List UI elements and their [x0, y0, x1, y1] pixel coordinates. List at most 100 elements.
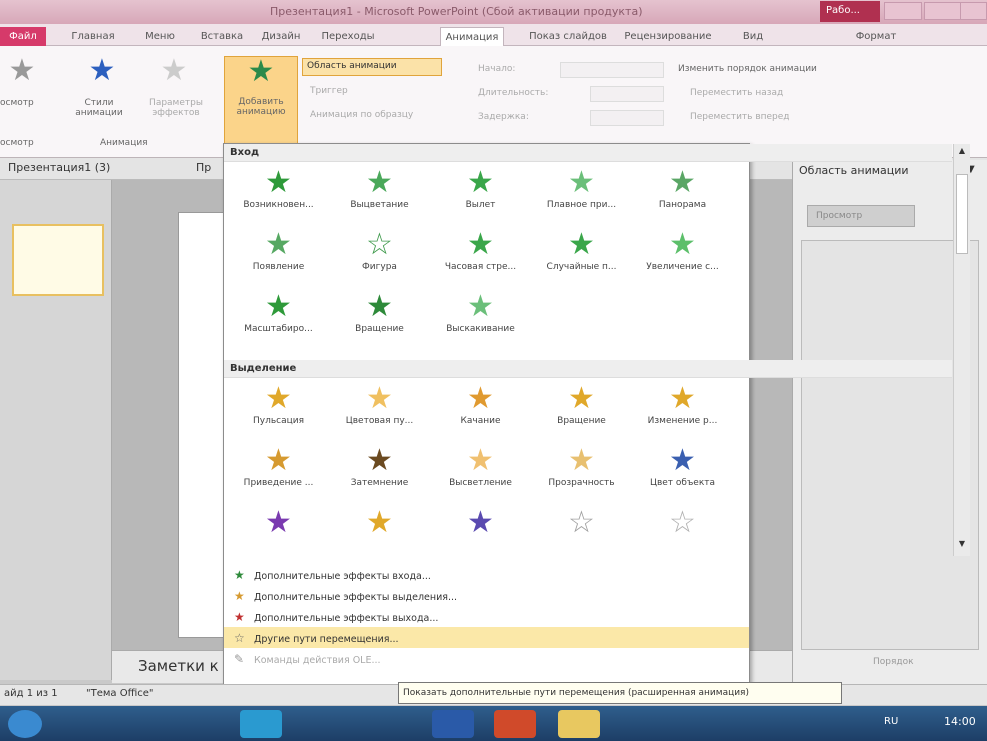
- add-animation-button[interactable]: ★ Добавить анимацию: [224, 56, 298, 144]
- entry-effect-item[interactable]: ★ Вылет: [430, 166, 531, 222]
- entry-effect-item[interactable]: ★ Появление: [228, 228, 329, 284]
- emphasis-effect-item[interactable]: ★ Качание: [430, 382, 531, 438]
- star-burst-icon: ★: [265, 289, 292, 324]
- menu-item[interactable]: ★ Дополнительные эффекты выхода...: [224, 606, 749, 627]
- tab-format[interactable]: Формат: [848, 27, 904, 46]
- tooltip: Показать дополнительные пути перемещения…: [398, 682, 842, 704]
- delay-input[interactable]: [590, 110, 664, 126]
- doc-tab-2[interactable]: Пр: [196, 161, 226, 174]
- powerpoint-icon[interactable]: [494, 710, 536, 738]
- emphasis-effect-label: Приведение ...: [243, 478, 314, 488]
- emphasis-effect-item[interactable]: ★ Прозрачность: [531, 444, 632, 500]
- entry-effect-label: Выцветание: [350, 200, 409, 210]
- star-gold-icon: ★: [265, 443, 292, 478]
- emphasis-effect-item[interactable]: ★ Изменение р...: [632, 382, 733, 438]
- start-dropdown[interactable]: [560, 62, 664, 78]
- anim-styles-icon[interactable]: ★: [84, 56, 120, 86]
- entry-effect-item[interactable]: ★ Часовая стре...: [430, 228, 531, 284]
- emphasis-effect-item[interactable]: ★ Пульсация: [228, 382, 329, 438]
- tab-file[interactable]: Файл: [0, 27, 46, 46]
- tab-slideshow[interactable]: Показ слайдов: [528, 27, 608, 46]
- menu-item-label: Команды действия OLE...: [254, 655, 381, 666]
- star-green-icon: ★: [669, 165, 696, 200]
- entry-effect-item[interactable]: ★ Увеличение с...: [632, 228, 733, 284]
- scroll-up-icon[interactable]: ▲: [956, 146, 968, 158]
- star-gold-icon: ★: [669, 381, 696, 416]
- tab-view[interactable]: Вид: [738, 27, 768, 46]
- tab-home[interactable]: Главная: [68, 27, 118, 46]
- entry-effect-item[interactable]: ★ Случайные п...: [531, 228, 632, 284]
- language-indicator[interactable]: RU: [884, 716, 908, 727]
- slide-thumbnail[interactable]: [12, 224, 104, 296]
- ribbon-tabs: Файл Главная Меню Вставка Дизайн Переход…: [0, 24, 987, 46]
- star-gold-icon: ★: [568, 443, 595, 478]
- menu-item[interactable]: ★ Дополнительные эффекты входа...: [224, 564, 749, 585]
- tab-review[interactable]: Рецензирование: [618, 27, 718, 46]
- doc-tab-1[interactable]: Презентация1 (3): [8, 161, 168, 174]
- emphasis-effect-item[interactable]: ★ Цветовая пу...: [329, 382, 430, 438]
- animation-pane-button[interactable]: Область анимации: [302, 58, 442, 76]
- menu-item[interactable]: ✎ Команды действия OLE...: [224, 648, 749, 669]
- word-icon[interactable]: [432, 710, 474, 738]
- entry-effect-item[interactable]: ★ Масштабиро...: [228, 290, 329, 346]
- skype-icon[interactable]: [240, 710, 282, 738]
- tab-design[interactable]: Дизайн: [258, 27, 304, 46]
- group-preview-label: осмотр: [0, 138, 34, 148]
- maximize-button[interactable]: [924, 2, 962, 20]
- emphasis-effect-item[interactable]: ★ Высветление: [430, 444, 531, 500]
- star-green-icon: ★: [265, 227, 292, 262]
- tab-transitions[interactable]: Переходы: [320, 27, 376, 46]
- star-green-icon: ★: [568, 227, 595, 262]
- tab-menu[interactable]: Меню: [140, 27, 180, 46]
- menu-item-label: Другие пути перемещения...: [254, 634, 399, 645]
- emphasis-effect-item[interactable]: ★ Приведение ...: [228, 444, 329, 500]
- emphasis-effect-item[interactable]: ★: [228, 506, 329, 562]
- emphasis-effect-item[interactable]: ★: [329, 506, 430, 562]
- menu-item-label: Дополнительные эффекты выделения...: [254, 592, 458, 603]
- star-outline-icon: ☆: [234, 631, 245, 645]
- entry-effect-item[interactable]: ★ Плавное при...: [531, 166, 632, 222]
- star-green-icon: ★: [568, 165, 595, 200]
- entry-effect-item[interactable]: ★ Выскакивание: [430, 290, 531, 346]
- emphasis-effect-item[interactable]: ★: [430, 506, 531, 562]
- scroll-down-icon[interactable]: ▼: [956, 539, 968, 551]
- entry-effect-item[interactable]: ★ Выцветание: [329, 166, 430, 222]
- menu-item-label: Дополнительные эффекты выхода...: [254, 613, 439, 624]
- entry-effect-item[interactable]: ★ Панорама: [632, 166, 733, 222]
- menu-item[interactable]: ☆ Другие пути перемещения...: [224, 627, 749, 648]
- preview-icon[interactable]: ★: [4, 56, 40, 86]
- move-back-button: Переместить назад: [690, 88, 784, 98]
- star-purple-icon: ★: [265, 505, 292, 540]
- play-button[interactable]: Просмотр: [807, 205, 915, 227]
- menu-item[interactable]: ★ Дополнительные эффекты выделения...: [224, 585, 749, 606]
- start-button[interactable]: [8, 710, 42, 738]
- tab-insert[interactable]: Вставка: [198, 27, 246, 46]
- emphasis-effect-label: Затемнение: [350, 478, 409, 488]
- star-green-icon: ★: [234, 568, 245, 582]
- close-button[interactable]: [960, 2, 987, 20]
- preview-button[interactable]: осмотр: [0, 98, 50, 108]
- gallery-scrollbar[interactable]: ▲ ▼: [953, 144, 970, 556]
- work-badge[interactable]: Рабо...: [820, 1, 880, 22]
- tab-animation[interactable]: Анимация: [440, 27, 504, 46]
- emphasis-effect-item[interactable]: ★ Цвет объекта: [632, 444, 733, 500]
- anim-styles-button[interactable]: Стили анимации: [64, 98, 134, 118]
- star-green-icon: ★: [366, 289, 393, 324]
- emphasis-effect-item[interactable]: ☆: [531, 506, 632, 562]
- entry-effect-item[interactable]: ★ Вращение: [329, 290, 430, 346]
- entry-effect-label: Масштабиро...: [244, 324, 313, 334]
- emphasis-effect-item[interactable]: ☆: [632, 506, 733, 562]
- emphasis-effect-label: Качание: [460, 416, 501, 426]
- emphasis-effect-item[interactable]: ★ Затемнение: [329, 444, 430, 500]
- duration-input[interactable]: [590, 86, 664, 102]
- theme-name[interactable]: "Тема Office": [86, 688, 166, 699]
- order-label: Порядок: [873, 657, 914, 667]
- minimize-button[interactable]: [884, 2, 922, 20]
- entry-effect-item[interactable]: ★ Возникновен...: [228, 166, 329, 222]
- entry-effect-item[interactable]: ☆ Фигура: [329, 228, 430, 284]
- emphasis-effect-item[interactable]: ★ Вращение: [531, 382, 632, 438]
- entry-effect-label: Панорама: [658, 200, 707, 210]
- scroll-thumb[interactable]: [956, 174, 968, 254]
- folder-icon[interactable]: [558, 710, 600, 738]
- emphasis-effect-label: Прозрачность: [548, 478, 615, 488]
